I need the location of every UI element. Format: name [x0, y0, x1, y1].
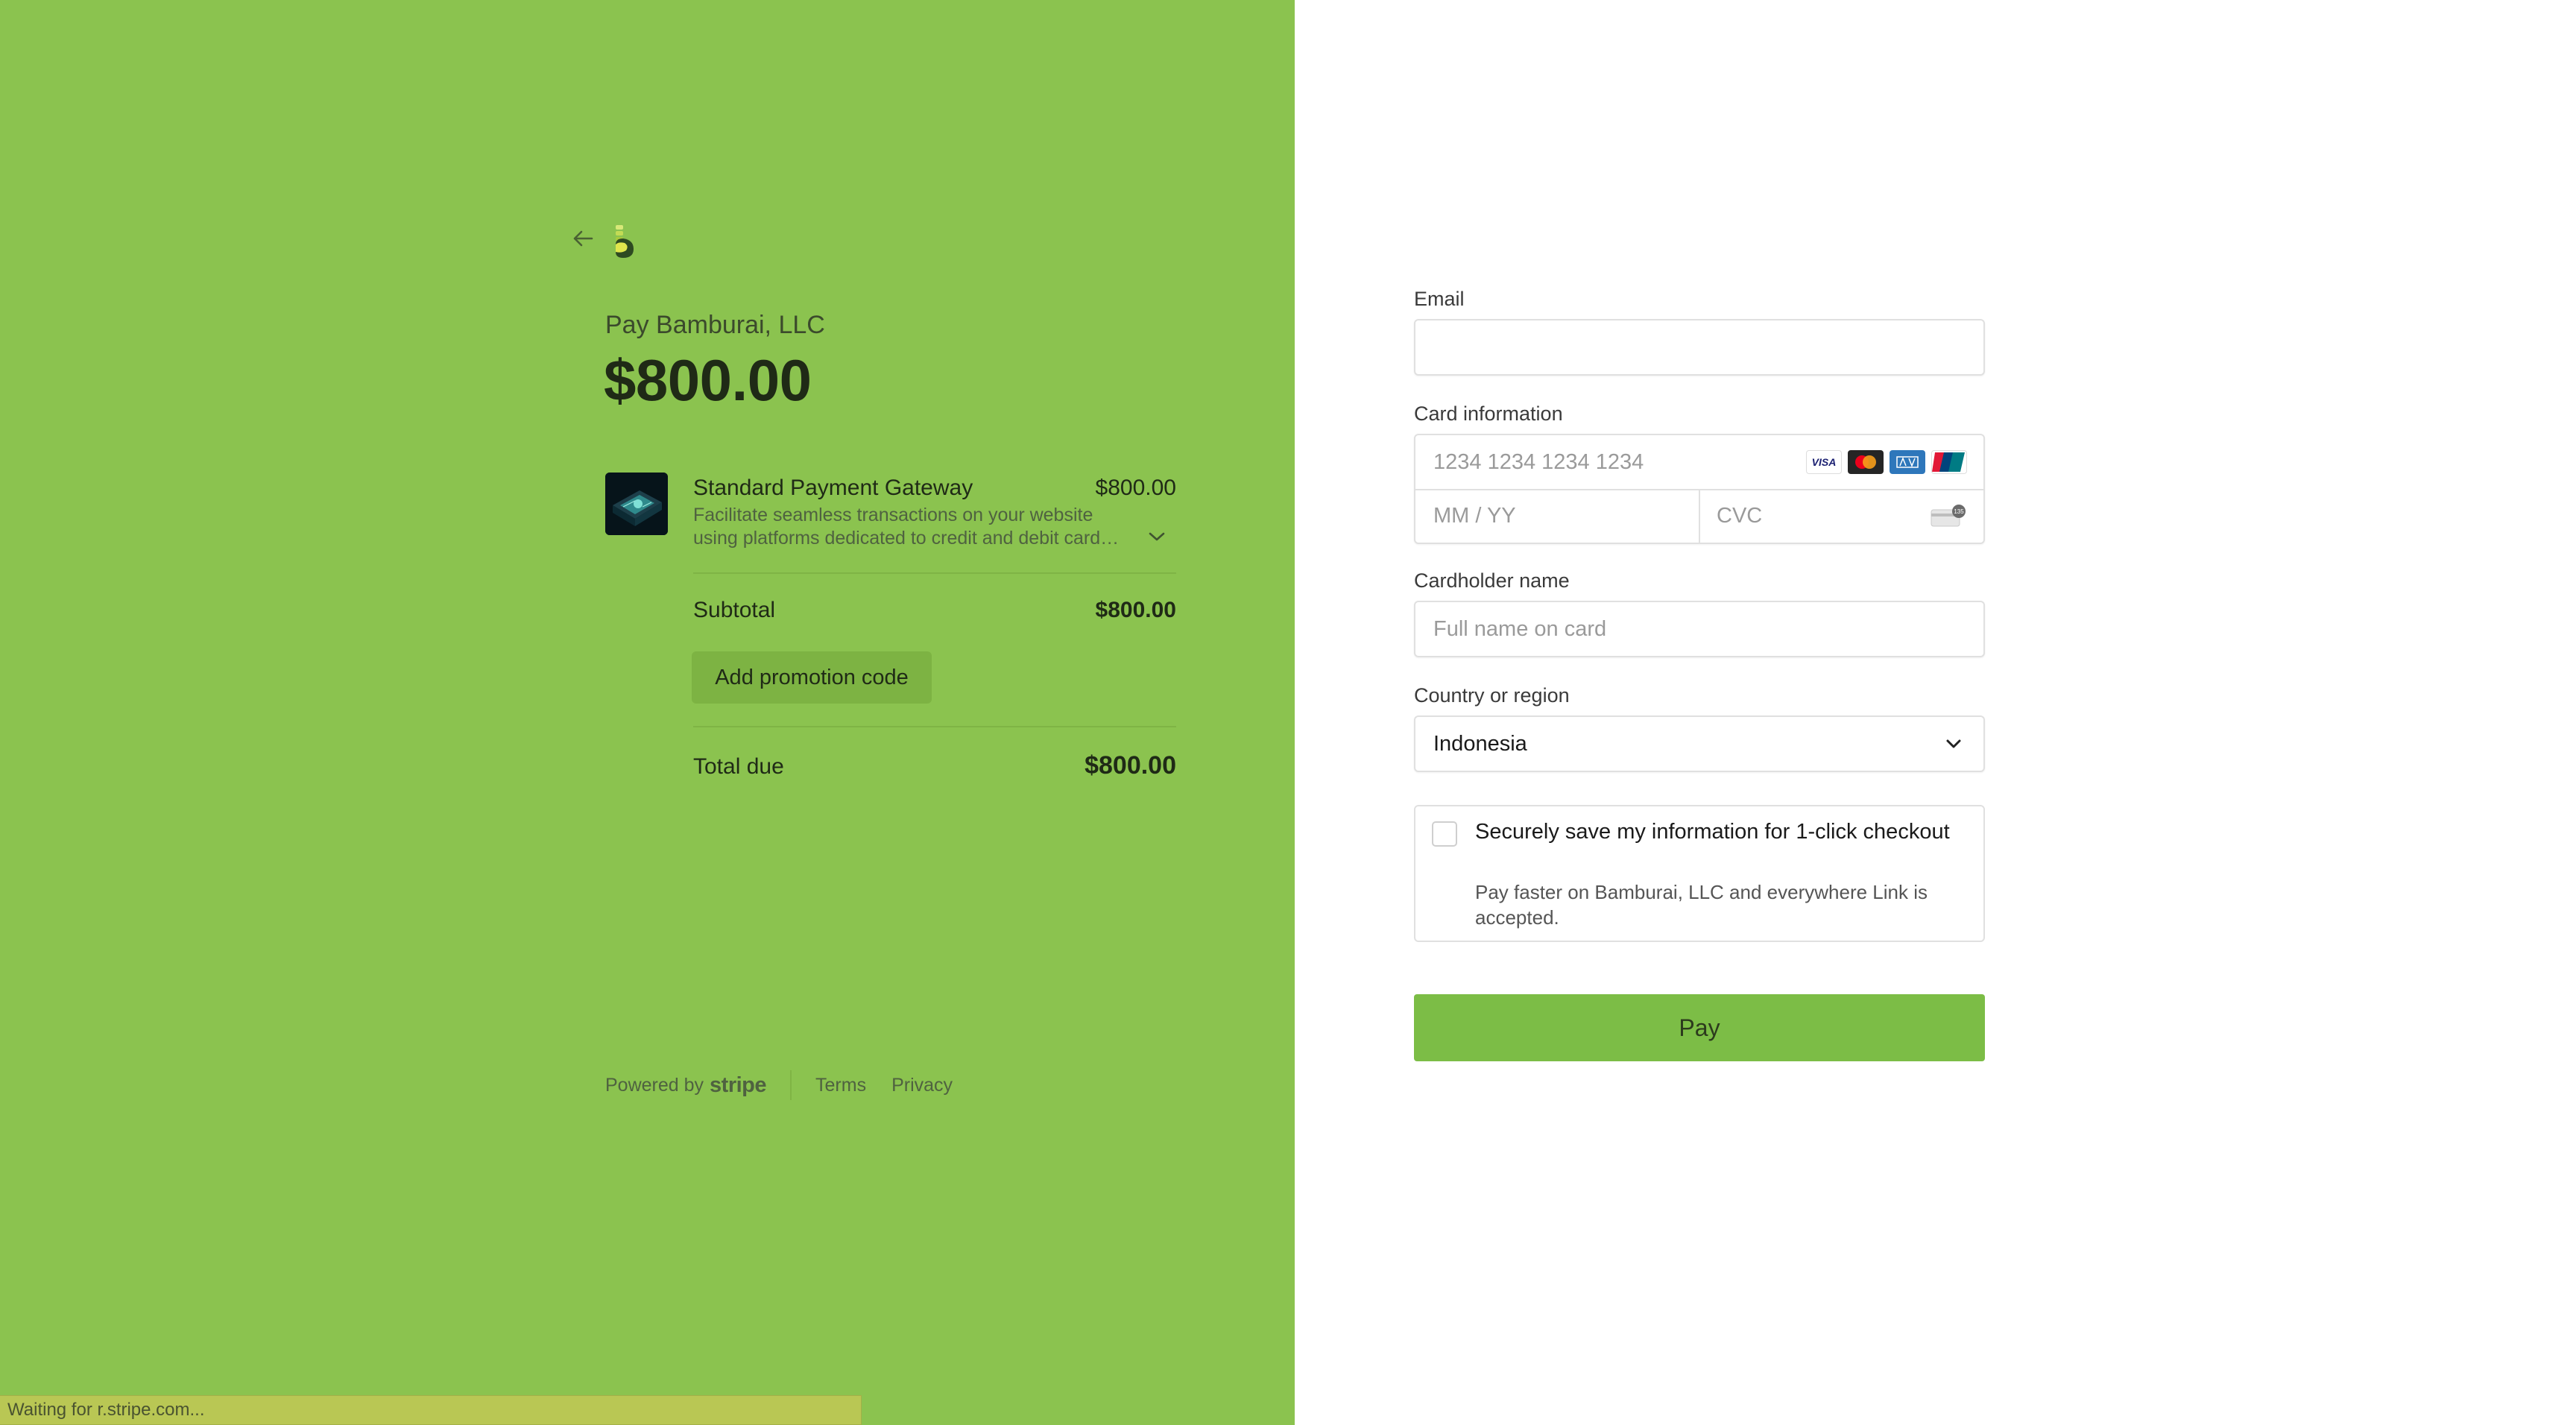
save-info-title: Securely save my information for 1-click…: [1475, 820, 1950, 844]
footer-divider: [790, 1070, 792, 1100]
link-save-info-box: Securely save my information for 1-click…: [1414, 805, 1985, 942]
subtotal-label: Subtotal: [693, 598, 776, 622]
chevron-down-icon[interactable]: [1143, 523, 1170, 550]
product-thumbnail: [605, 473, 668, 535]
cvc-card-icon: 135: [1930, 504, 1967, 533]
country-label: Country or region: [1414, 684, 1570, 707]
product-name: Standard Payment Gateway: [693, 475, 973, 500]
product-price: $800.00: [1095, 475, 1176, 500]
card-information-group: 1234 1234 1234 1234 VISA MM / YY CVC 135: [1414, 434, 1985, 544]
divider: [693, 726, 1176, 727]
subtotal-value: $800.00: [1095, 598, 1176, 622]
merchant-logo: [611, 224, 638, 259]
terms-link[interactable]: Terms: [815, 1075, 866, 1096]
total-due-value: $800.00: [1085, 751, 1176, 780]
add-promotion-code-button[interactable]: Add promotion code: [692, 651, 932, 704]
card-number-field[interactable]: 1234 1234 1234 1234: [1433, 435, 1644, 489]
mastercard-icon: [1848, 450, 1884, 474]
save-info-subtext: Pay faster on Bamburai, LLC and everywhe…: [1475, 881, 1928, 929]
country-select[interactable]: Indonesia: [1414, 715, 1985, 772]
unionpay-icon: [1931, 450, 1967, 474]
amex-icon: [1890, 450, 1925, 474]
payment-form-panel: Email Card information 1234 1234 1234 12…: [1295, 0, 2576, 1425]
email-field[interactable]: [1414, 319, 1985, 376]
total-due-label: Total due: [693, 754, 784, 779]
privacy-link[interactable]: Privacy: [891, 1075, 953, 1096]
browser-status-bar: Waiting for r.stripe.com...: [0, 1395, 862, 1425]
card-column-divider: [1699, 489, 1700, 544]
footer: Powered by stripe Terms Privacy: [605, 1070, 978, 1100]
cardholder-name-field[interactable]: Full name on card: [1414, 601, 1985, 657]
pay-button[interactable]: Pay: [1414, 994, 1985, 1061]
cardholder-name-placeholder: Full name on card: [1433, 617, 1607, 641]
save-info-checkbox[interactable]: [1432, 821, 1457, 847]
stripe-logo[interactable]: stripe: [710, 1073, 766, 1098]
expiry-field[interactable]: MM / YY: [1433, 489, 1516, 543]
visa-icon: VISA: [1806, 450, 1842, 474]
cardholder-name-label: Cardholder name: [1414, 569, 1570, 592]
back-arrow-icon[interactable]: [569, 225, 596, 252]
chevron-down-icon: [1943, 733, 1964, 758]
card-information-label: Card information: [1414, 402, 1563, 425]
svg-text:135: 135: [1954, 508, 1964, 515]
merchant-line: Pay Bamburai, LLC: [605, 311, 825, 339]
email-label: Email: [1414, 288, 1465, 310]
order-summary-panel: Pay Bamburai, LLC $800.00 Standard Payme…: [0, 0, 1295, 1425]
powered-by-text: Powered by: [605, 1074, 704, 1096]
country-value: Indonesia: [1433, 732, 1527, 756]
checkout-page: Pay Bamburai, LLC $800.00 Standard Payme…: [0, 0, 2576, 1425]
cvc-field[interactable]: CVC: [1717, 489, 1762, 543]
divider: [693, 572, 1176, 574]
total-amount-heading: $800.00: [604, 347, 812, 413]
card-brand-icons: VISA: [1806, 450, 1967, 474]
product-description: Facilitate seamless transactions on your…: [693, 505, 1101, 549]
